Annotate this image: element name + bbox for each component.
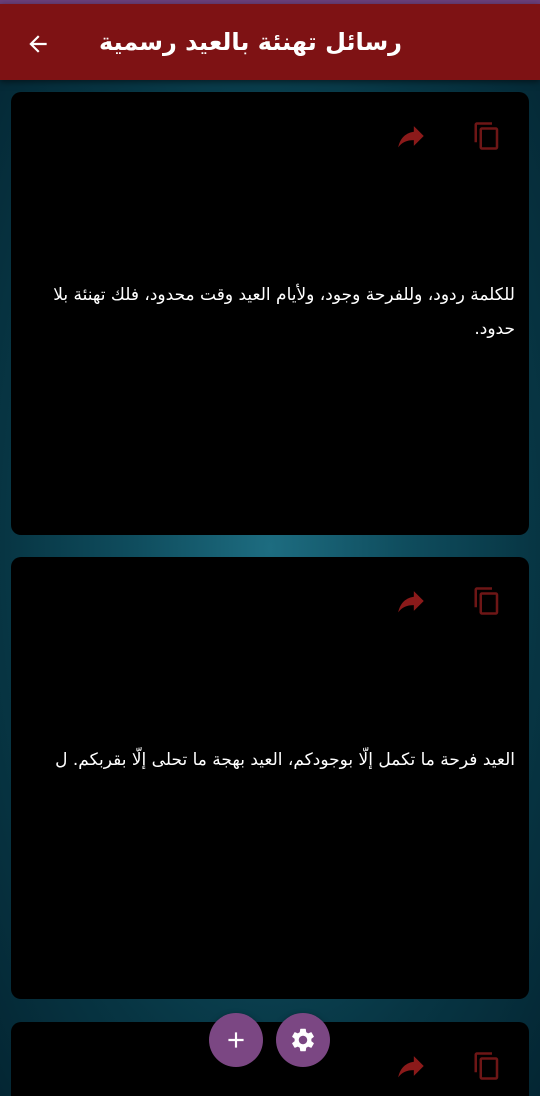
message-card [11,1022,529,1096]
card-actions [393,583,505,619]
copy-button[interactable] [469,583,505,619]
page-title: رسائل تهنئة بالعيد رسمية [98,28,402,56]
card-actions [393,1048,505,1084]
app-bar: رسائل تهنئة بالعيد رسمية [0,4,540,80]
message-card: للكلمة ردود، وللفرحة وجود، ولأيام العيد … [11,92,529,535]
share-icon [398,1056,424,1078]
settings-button[interactable] [276,1013,330,1067]
message-text: العيد فرحة ما تكمل إلّا بوجودكم، العيد ب… [55,750,515,770]
copy-button[interactable] [469,118,505,154]
arrow-back-icon [29,35,47,53]
share-button[interactable] [393,118,429,154]
share-button[interactable] [393,583,429,619]
copy-icon [474,587,499,615]
share-icon [398,591,424,613]
plus-icon [228,1032,244,1048]
copy-icon [474,1052,499,1080]
share-icon [398,126,424,148]
message-text: للكلمة ردود، وللفرحة وجود، ولأيام العيد … [53,285,515,339]
add-button[interactable] [209,1013,263,1067]
copy-button[interactable] [469,1048,505,1084]
back-button[interactable] [20,26,56,62]
gear-icon [292,1028,314,1052]
card-actions [393,118,505,154]
message-card: العيد فرحة ما تكمل إلّا بوجودكم، العيد ب… [11,557,529,999]
share-button[interactable] [393,1048,429,1084]
copy-icon [474,122,499,150]
